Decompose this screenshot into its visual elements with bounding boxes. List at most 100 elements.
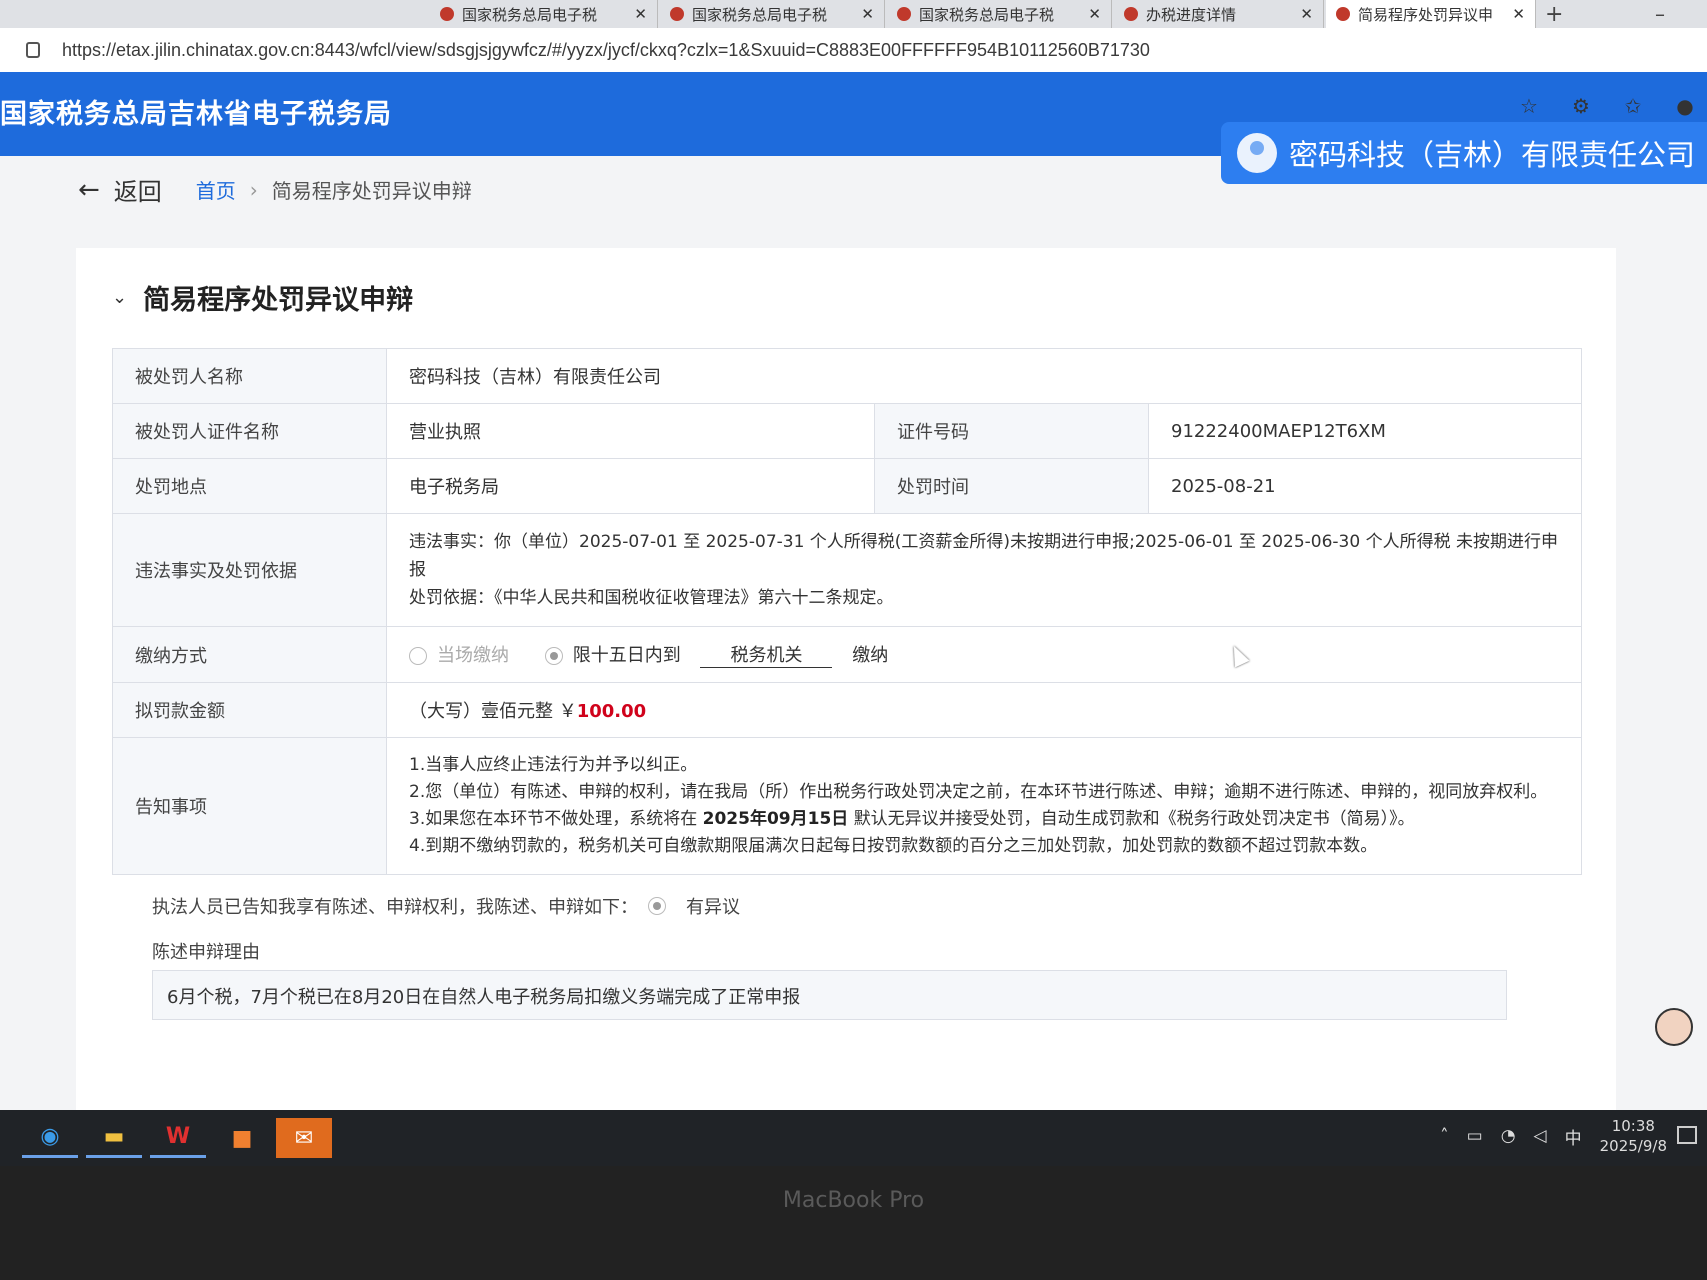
table-row: 被处罚人名称 密码科技（吉林）有限责任公司 <box>112 348 1582 404</box>
assistant-avatar-icon[interactable] <box>1655 1008 1693 1046</box>
radio-onsite[interactable] <box>409 647 427 665</box>
wps-icon[interactable]: W <box>150 1118 206 1158</box>
penalty-info-table: 被处罚人名称 密码科技（吉林）有限责任公司 被处罚人证件名称 营业执照 证件号码… <box>112 348 1582 875</box>
main-card: ⌄ 简易程序处罚异议申辩 被处罚人名称 密码科技（吉林）有限责任公司 被处罚人证… <box>76 248 1616 1110</box>
section-title: 简易程序处罚异议申辩 <box>143 285 414 316</box>
clock-time: 10:38 <box>1611 1117 1655 1135</box>
new-tab-button[interactable]: + <box>1545 2 1563 27</box>
browser-tab[interactable]: 国家税务总局电子税 ✕ <box>887 0 1112 28</box>
arrow-left-icon[interactable]: ← <box>78 175 100 205</box>
statement-text: 执法人员已告知我享有陈述、申辩权利，我陈述、申辩如下： <box>152 897 638 918</box>
facts-line: 违法事实：你（单位）2025-07-01 至 2025-07-31 个人所得税(… <box>409 532 1559 580</box>
amount-value: 100.00 <box>576 701 647 722</box>
extensions-icon[interactable]: ⚙ <box>1569 94 1593 118</box>
url-text[interactable]: https://etax.jilin.chinatax.gov.cn:8443/… <box>62 40 1150 61</box>
pay-place-field: 税务机关 <box>700 641 833 668</box>
site-header: 国家税务总局吉林省电子税务局 ☆ ⚙ ✩ ● 密码科技（吉林）有限责任公司 <box>0 72 1707 184</box>
browser-tab[interactable]: 国家税务总局电子税 ✕ <box>660 0 885 28</box>
notice-label: 告知事项 <box>112 737 387 875</box>
place-value: 电子税务局 <box>386 458 875 514</box>
breadcrumb-home-link[interactable]: 首页 <box>196 175 236 204</box>
device-label: MacBook Pro <box>782 1188 925 1213</box>
table-row: 被处罚人证件名称 营业执照 证件号码 91222400MAEP12T6XM <box>112 403 1582 459</box>
chevron-right-icon: › <box>249 177 258 202</box>
close-icon[interactable]: ✕ <box>634 5 647 23</box>
pay-method-label: 缴纳方式 <box>112 626 387 683</box>
chevron-down-icon[interactable]: ⌄ <box>112 287 127 308</box>
tax-logo-icon <box>440 7 454 21</box>
notification-icon[interactable] <box>1677 1126 1697 1144</box>
battery-icon[interactable]: ▭ <box>1467 1126 1483 1146</box>
amount-text: （大写）壹佰元整 ￥ <box>409 701 577 722</box>
notice-item: 4.到期不缴纳罚款的，税务机关可自缴款期限届满次日起每日按罚款数额的百分之三加处… <box>409 836 1378 856</box>
browser-tab-active[interactable]: 简易程序处罚异议申 ✕ <box>1326 0 1536 28</box>
amount-value-cell: （大写）壹佰元整 ￥100.00 <box>386 682 1582 738</box>
browser-tab[interactable]: 办税进度详情 ✕ <box>1114 0 1324 28</box>
close-icon[interactable]: ✕ <box>861 5 874 23</box>
close-icon[interactable]: ✕ <box>1300 5 1313 23</box>
browser-tab-strip: 国家税务总局电子税 ✕ 国家税务总局电子税 ✕ 国家税务总局电子税 ✕ 办税进度… <box>0 0 1707 28</box>
pay-option-fifteen-label: 限十五日内到 <box>572 645 681 666</box>
deadline-date: 2025年09月15日 <box>702 809 849 829</box>
reason-textarea[interactable]: 6月个税，7月个税已在8月20日在自然人电子税务局扣缴义务端完成了正常申报 <box>152 970 1507 1020</box>
pay-method-value: 当场缴纳 限十五日内到 税务机关 缴纳 <box>386 626 1582 683</box>
notice-text: 3.如果您在本环节不做处理，系统将在 <box>409 809 698 829</box>
profile-icon[interactable]: ● <box>1673 94 1697 118</box>
pay-option-onsite-label: 当场缴纳 <box>437 645 509 666</box>
place-label: 处罚地点 <box>112 458 387 514</box>
browser-tab[interactable]: 国家税务总局电子税 ✕ <box>430 0 658 28</box>
tax-logo-icon <box>1336 7 1350 21</box>
pay-suffix: 缴纳 <box>852 645 889 666</box>
system-tray: ˄ ▭ ◔ ◁ 中 10:38 2025/9/8 <box>1440 1116 1667 1156</box>
user-avatar-icon <box>1236 133 1277 173</box>
address-bar[interactable]: https://etax.jilin.chinatax.gov.cn:8443/… <box>0 28 1707 72</box>
table-row: 告知事项 1.当事人应终止违法行为并予以纠正。 2.您（单位）有陈述、申辩的权利… <box>112 737 1582 875</box>
close-icon[interactable]: ✕ <box>1088 5 1101 23</box>
clock-date: 2025/9/8 <box>1599 1137 1667 1155</box>
minimize-button[interactable]: – <box>1655 2 1665 26</box>
favorites-icon[interactable]: ✩ <box>1621 94 1645 118</box>
lock-icon[interactable] <box>26 42 40 58</box>
tax-logo-icon <box>1124 7 1138 21</box>
penalized-name-label: 被处罚人名称 <box>112 348 387 404</box>
notice-text: 默认无异议并接受处罚，自动生成罚款和《税务行政处罚决定书（简易）》。 <box>853 809 1415 829</box>
table-row: 处罚地点 电子税务局 处罚时间 2025-08-21 <box>112 458 1582 514</box>
wechat-icon[interactable]: ✉ <box>276 1118 332 1158</box>
taskbar: ◉ ▬ W ■ ✉ ˄ ▭ ◔ ◁ 中 10:38 2025/9/8 <box>0 1110 1707 1166</box>
back-button[interactable]: 返回 <box>114 172 162 207</box>
table-row: 拟罚款金额 （大写）壹佰元整 ￥100.00 <box>112 682 1582 738</box>
time-label: 处罚时间 <box>874 458 1149 514</box>
cert-name-label: 被处罚人证件名称 <box>112 403 387 459</box>
breadcrumb-current: 简易程序处罚异议申辩 <box>271 179 472 203</box>
file-explorer-icon[interactable]: ▬ <box>86 1118 142 1158</box>
radio-objection[interactable] <box>648 897 666 915</box>
breadcrumb: ← 返回 首页 › 简易程序处罚异议申辩 <box>78 172 472 207</box>
company-name: 密码科技（吉林）有限责任公司 <box>1288 138 1695 172</box>
tax-logo-icon <box>670 7 684 21</box>
time-value: 2025-08-21 <box>1148 458 1582 514</box>
close-icon[interactable]: ✕ <box>1512 5 1525 23</box>
volume-icon[interactable]: ◁ <box>1534 1126 1547 1146</box>
objection-label: 有异议 <box>686 897 740 918</box>
store-icon[interactable]: ■ <box>214 1118 270 1158</box>
cert-name-value: 营业执照 <box>386 403 875 459</box>
browser-toolbar-icons: ☆ ⚙ ✩ ● <box>1517 94 1697 118</box>
edge-icon[interactable]: ◉ <box>22 1118 78 1158</box>
notice-item: 3.如果您在本环节不做处理，系统将在 2025年09月15日 默认无异议并接受处… <box>409 806 1559 833</box>
table-row: 违法事实及处罚依据 违法事实：你（单位）2025-07-01 至 2025-07… <box>112 513 1582 627</box>
clock[interactable]: 10:38 2025/9/8 <box>1600 1116 1667 1156</box>
facts-label: 违法事实及处罚依据 <box>112 513 387 627</box>
statement-row: 执法人员已告知我享有陈述、申辩权利，我陈述、申辩如下： 有异议 <box>152 893 740 919</box>
section-header[interactable]: ⌄ 简易程序处罚异议申辩 <box>112 278 413 317</box>
company-badge[interactable]: 密码科技（吉林）有限责任公司 <box>1220 122 1707 184</box>
ime-indicator[interactable]: 中 <box>1565 1124 1582 1149</box>
reason-label: 陈述申辩理由 <box>152 942 260 963</box>
basis-line: 处罚依据：《中华人民共和国税收征收管理法》第六十二条规定。 <box>409 588 894 608</box>
star-icon[interactable]: ☆ <box>1517 94 1541 118</box>
wifi-icon[interactable]: ◔ <box>1501 1126 1516 1146</box>
chevron-up-icon[interactable]: ˄ <box>1440 1126 1449 1146</box>
tax-logo-icon <box>897 7 911 21</box>
radio-fifteen-days[interactable] <box>544 647 563 665</box>
laptop-bezel: MacBook Pro <box>0 1166 1707 1280</box>
amount-label: 拟罚款金额 <box>112 682 387 738</box>
